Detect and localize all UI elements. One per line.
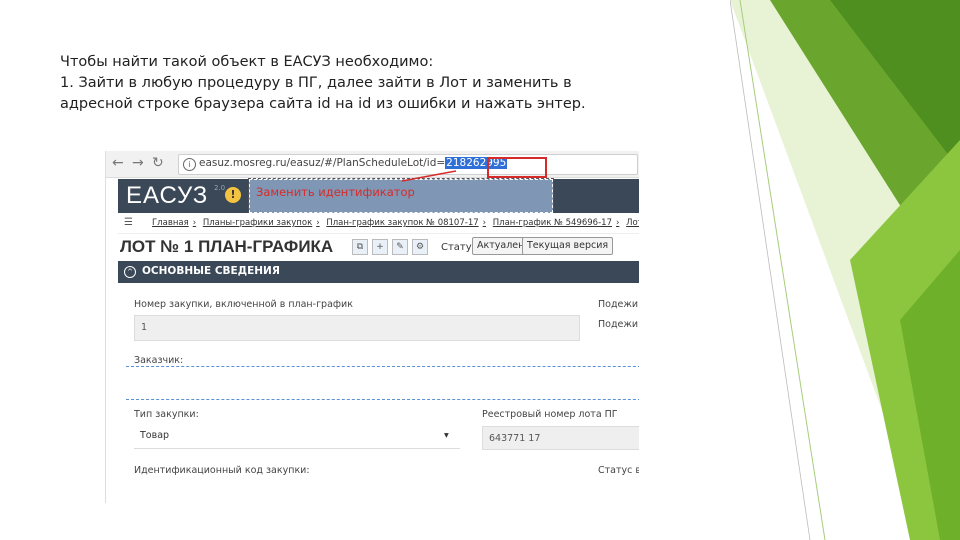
status-badge: Актуален <box>472 237 530 255</box>
warning-icon[interactable]: ! <box>225 187 241 203</box>
version-badge: Текущая версия <box>522 237 614 255</box>
goods-type-select[interactable]: Товар ▾ <box>134 426 460 449</box>
title-line-2: 1. Зайти в любую процедуру в ПГ, далее з… <box>60 75 572 91</box>
right-label-2: Подежи <box>598 319 639 330</box>
title-line-1: Чтобы найти такой объект в ЕАСУЗ необход… <box>60 54 434 70</box>
selection-guide-top <box>126 366 639 367</box>
breadcrumb: ☰ Главная › Планы-графики закупок › План-г… <box>118 213 639 234</box>
arrow-right-icon[interactable]: → <box>132 155 144 171</box>
ikz-label: Идентификационный код закупки: <box>134 465 310 476</box>
purchase-number-label: Номер закупки, включенной в план-график <box>134 299 353 310</box>
goods-type-label: Тип закупки: <box>134 409 199 420</box>
reload-icon[interactable]: ↻ <box>152 155 164 171</box>
callout-text: Заменить идентификатор <box>256 185 415 199</box>
address-bar[interactable]: i easuz.mosreg.ru/easuz/#/PlanScheduleLo… <box>178 154 638 178</box>
registry-number-value: 643771 17 <box>489 433 541 444</box>
decorative-green-shapes <box>730 0 960 540</box>
status-right-label: Статус в р <box>598 465 639 476</box>
browser-screenshot: ← → ↻ i easuz.mosreg.ru/easuz/#/PlanSche… <box>105 151 639 503</box>
replace-id-callout: Заменить идентификатор <box>248 178 554 214</box>
purchase-number-value: 1 <box>141 322 148 333</box>
section-title: ОСНОВНЫЕ СВЕДЕНИЯ <box>142 265 280 277</box>
registry-number-label: Реестровый номер лота ПГ <box>482 409 618 420</box>
breadcrumb-item[interactable]: Планы-графики закупок <box>203 218 312 228</box>
selection-guide-bottom <box>126 399 639 400</box>
arrow-left-icon[interactable]: ← <box>112 155 124 171</box>
collapse-icon[interactable]: ^ <box>124 266 136 278</box>
logo-version: 2.0 <box>214 184 226 192</box>
breadcrumb-item[interactable]: Главная <box>152 218 189 228</box>
info-icon[interactable]: i <box>183 158 196 171</box>
section-header[interactable]: ^ ОСНОВНЫЕ СВЕДЕНИЯ <box>118 261 639 283</box>
goods-type-value: Товар <box>140 430 170 441</box>
breadcrumb-item[interactable]: Лот процедуры ПГ№ <box>626 218 639 228</box>
menu-icon[interactable]: ☰ <box>124 217 133 228</box>
breadcrumb-item[interactable]: План-график закупок № 08107-17 <box>326 218 478 228</box>
edit-icon[interactable]: ✎ <box>392 239 408 255</box>
easuz-logo: ЕАСУЗ <box>126 182 209 209</box>
browser-toolbar: ← → ↻ i easuz.mosreg.ru/easuz/#/PlanSche… <box>106 151 639 178</box>
right-label-1: Подежи <box>598 299 639 310</box>
url-id-highlight <box>487 157 547 178</box>
slide-title: Чтобы найти такой объект в ЕАСУЗ необход… <box>60 52 700 115</box>
url-prefix: easuz.mosreg.ru/easuz/#/PlanScheduleLot/… <box>199 157 446 169</box>
settings-icon[interactable]: ⚙ <box>412 239 428 255</box>
dropdown-icon: ▾ <box>444 430 449 441</box>
page-title: ЛОТ № 1 ПЛАН-ГРАФИКА <box>120 237 334 256</box>
add-icon[interactable]: + <box>372 239 388 255</box>
registry-number-field[interactable]: 643771 17 <box>482 426 639 450</box>
title-line-3: адресной строке браузера сайта id на id … <box>60 96 586 112</box>
copy-icon[interactable]: ⧉ <box>352 239 368 255</box>
purchase-number-field[interactable]: 1 <box>134 315 580 341</box>
breadcrumb-item[interactable]: План-график № 549696-17 <box>493 218 612 228</box>
url-text: easuz.mosreg.ru/easuz/#/PlanScheduleLot/… <box>199 157 508 169</box>
customer-label: Заказчик: <box>134 355 184 366</box>
